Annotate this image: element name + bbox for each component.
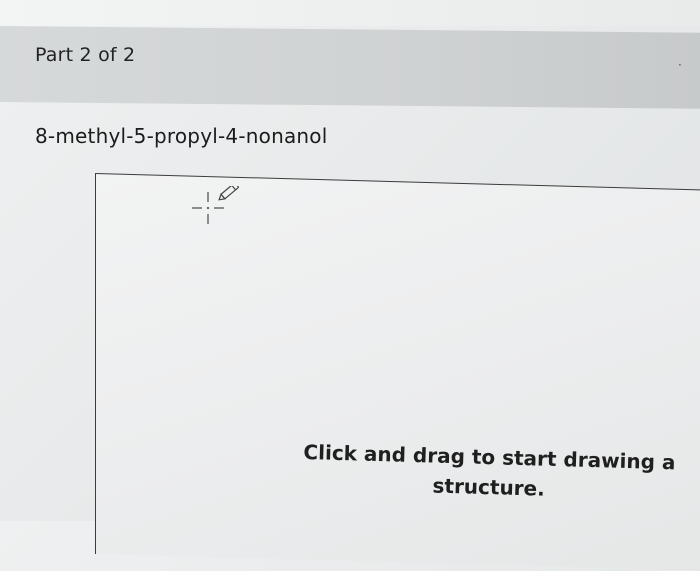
question-compound-name: 8-methyl-5-propyl-4-nonanol xyxy=(35,124,328,148)
header-dot: · xyxy=(678,58,682,72)
page-top-strip xyxy=(0,0,700,26)
crosshair-pencil-icon xyxy=(192,186,239,224)
part-header xyxy=(0,26,700,109)
part-label: Part 2 of 2 xyxy=(35,44,136,66)
canvas-hint: Click and drag to start drawing a struct… xyxy=(268,436,700,508)
